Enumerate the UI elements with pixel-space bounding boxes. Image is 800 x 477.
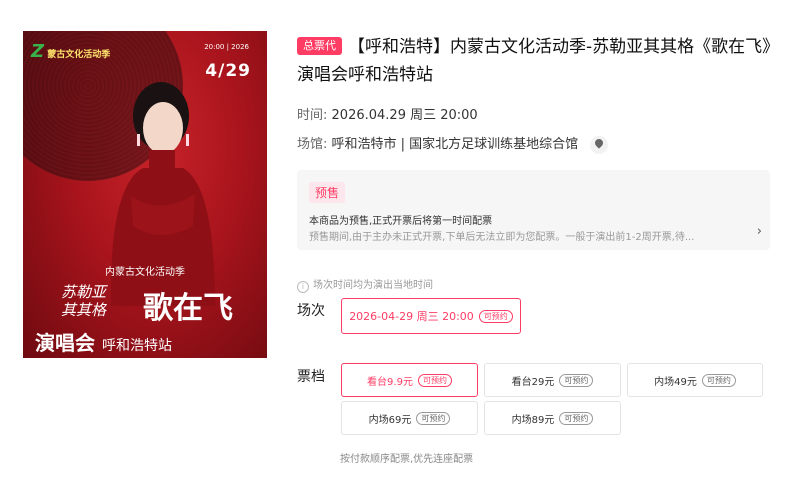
- time-label: 时间:: [297, 108, 328, 123]
- product-title: 总票代 【呼和浩特】内蒙古文化活动季-苏勒亚其其格《歌在飞》演唱会呼和浩特站: [297, 33, 777, 89]
- session-status-badge: 可预约: [478, 309, 513, 323]
- event-venue: 场馆: 呼和浩特市 | 国家北方足球训练基地综合馆: [297, 133, 609, 154]
- agent-badge: 总票代: [297, 37, 342, 55]
- presale-line1: 本商品为预售,正式开票后将第一时间配票: [309, 216, 493, 227]
- chevron-right-icon[interactable]: ›: [757, 224, 762, 239]
- poster-artist-line2: 其其格: [61, 301, 107, 319]
- venue-label: 场馆:: [297, 137, 328, 152]
- product-title-text: 【呼和浩特】内蒙古文化活动季-苏勒亚其其格《歌在飞》演唱会呼和浩特站: [297, 37, 771, 85]
- ticket-status-badge: 可预约: [559, 411, 594, 425]
- info-icon: i: [297, 281, 309, 293]
- ticket-option-text: 看台29元: [511, 376, 555, 388]
- poster-date-sub: 20:00 | 2026: [204, 43, 249, 51]
- poster-logo-text: 蒙古文化活动季: [47, 50, 111, 60]
- session-label: 场次: [297, 303, 325, 319]
- poster-song-title: 歌在飞: [143, 291, 233, 326]
- ticket-status-badge: 可预约: [559, 373, 594, 387]
- poster-logo-mark: Z: [31, 41, 45, 62]
- presale-tag: 预售: [309, 182, 346, 203]
- ticket-footnote: 按付款顺序配票,优先连座配票: [340, 454, 474, 465]
- timezone-note: i 场次时间均为演出当地时间: [297, 276, 433, 293]
- ticket-status-badge: 可预约: [701, 373, 736, 387]
- ticket-option[interactable]: 内场69元 可预约: [341, 401, 478, 435]
- ticket-tier-label: 票档: [297, 369, 325, 385]
- map-pin-icon[interactable]: [590, 135, 609, 154]
- timezone-note-text: 场次时间均为演出当地时间: [313, 280, 433, 291]
- poster-concert-line: 演唱会 呼和浩特站: [35, 327, 172, 356]
- ticket-option[interactable]: 看台9.9元 可预约: [341, 363, 478, 397]
- event-time: 时间: 2026.04.29 周三 20:00: [297, 104, 478, 123]
- poster-caption: 内蒙古文化活动季: [105, 267, 185, 278]
- poster-concert-city: 呼和浩特站: [101, 338, 172, 354]
- ticket-option-text: 内场49元: [654, 376, 697, 388]
- session-option[interactable]: 2026-04-29 周三 20:00 可预约: [341, 298, 521, 334]
- presale-line2: 预售期间,由于主办未正式开票,下单后无法立即为您配票。一般于演出前1-2周开票,…: [309, 232, 695, 243]
- ticket-option[interactable]: 内场49元 可预约: [627, 363, 763, 397]
- ticket-option-text: 内场89元: [511, 414, 555, 426]
- poster-concert-main: 演唱会: [35, 331, 95, 355]
- poster-artist-line1: 苏勒亚: [61, 283, 107, 301]
- ticket-status-badge: 可预约: [416, 411, 451, 425]
- poster-logo: Z 蒙古文化活动季: [31, 41, 110, 62]
- poster-artist: 苏勒亚 其其格: [61, 283, 106, 319]
- ticket-option-text: 看台9.9元: [367, 376, 413, 388]
- presale-notice[interactable]: 预售 本商品为预售,正式开票后将第一时间配票 预售期间,由于主办未正式开票,下单…: [297, 170, 770, 250]
- event-poster[interactable]: Z 蒙古文化活动季 20:00 | 2026 4/29 内蒙古文化活动季 苏勒亚…: [23, 31, 267, 358]
- ticket-option-text: 内场69元: [368, 414, 412, 426]
- time-value: 2026.04.29 周三 20:00: [331, 108, 478, 123]
- ticket-status-badge: 可预约: [417, 373, 452, 387]
- session-option-text: 2026-04-29 周三 20:00: [349, 310, 474, 323]
- ticket-option[interactable]: 内场89元 可预约: [484, 401, 621, 435]
- ticket-option[interactable]: 看台29元 可预约: [484, 363, 621, 397]
- venue-value: 呼和浩特市 | 国家北方足球训练基地综合馆: [331, 137, 579, 152]
